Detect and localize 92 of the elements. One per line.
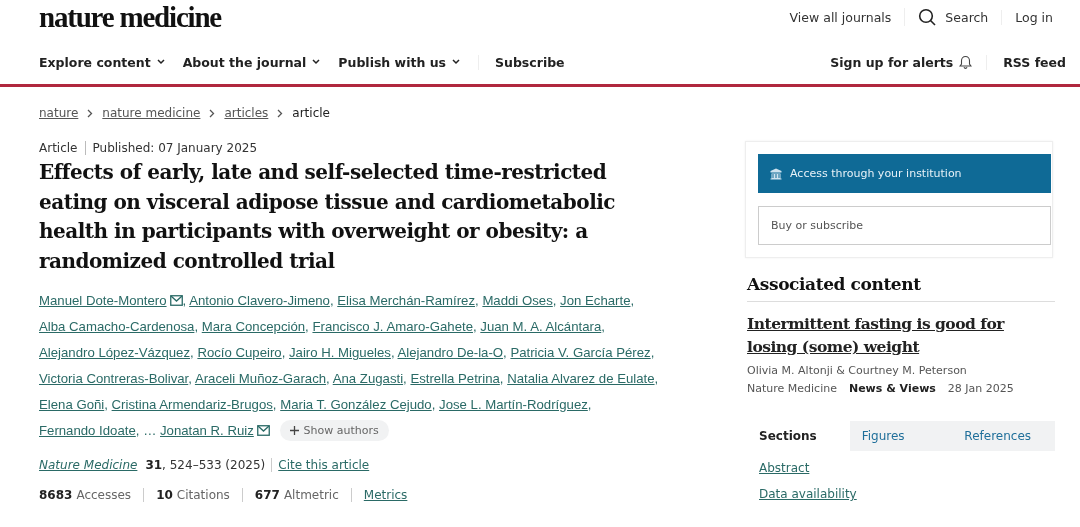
- envelope-icon: [256, 425, 270, 436]
- journal-link[interactable]: Nature Medicine: [39, 458, 138, 472]
- metrics-link[interactable]: Metrics: [350, 488, 420, 502]
- comma: ,: [281, 345, 286, 360]
- comma: ,: [182, 293, 187, 308]
- metric-value: 10: [156, 488, 173, 502]
- search-link[interactable]: Search: [904, 8, 1002, 26]
- building-icon: [770, 167, 782, 180]
- metric-value: 8683: [39, 488, 73, 502]
- comma: ,: [326, 371, 330, 386]
- breadcrumb-link[interactable]: nature medicine: [102, 106, 201, 120]
- comma: ,: [499, 371, 504, 386]
- comma: ,: [403, 371, 407, 386]
- comma: ,: [630, 293, 635, 308]
- comma: ,: [194, 319, 199, 334]
- comma: ,: [272, 397, 277, 412]
- author-link[interactable]: Victoria Contreras-Bolivar: [39, 371, 189, 386]
- rss-link[interactable]: RSS feed: [986, 54, 1066, 70]
- section-heading: Associated content: [747, 274, 1055, 302]
- breadcrumb-current: article: [292, 106, 330, 120]
- author-link[interactable]: Francisco J. Amaro-Gahete: [312, 319, 473, 334]
- comma: ,: [503, 345, 507, 360]
- institution-access-button[interactable]: Access through your institution: [758, 154, 1051, 193]
- article-date: 28 Jan 2025: [947, 382, 1014, 395]
- author-link[interactable]: Patricia V. García Pérez: [510, 345, 651, 360]
- comma: ,: [305, 319, 309, 334]
- author-link[interactable]: Natalia Alvarez de Eulate: [507, 371, 655, 386]
- comma: ,: [431, 397, 436, 412]
- chevron-down-icon: [312, 59, 321, 65]
- plus-icon: [289, 426, 299, 435]
- comma: ,: [188, 371, 192, 386]
- comma: ,: [475, 293, 479, 308]
- comma: ,: [104, 397, 108, 412]
- section-link[interactable]: Data availability: [759, 487, 1055, 501]
- breadcrumb-link[interactable]: nature: [39, 106, 79, 120]
- article-type: News & Views: [848, 382, 936, 395]
- journal-logo[interactable]: nature medicine: [39, 1, 222, 34]
- section-tab[interactable]: Sections: [747, 421, 850, 451]
- associated-article-link[interactable]: Intermittent fasting is good for losing (some) weight: [747, 312, 1047, 358]
- article-title: Effects of early, late and self-selected time-restricted eating on visceral adipose tissue and cardiometabolic health in participants with overweight or obesity: a randomized controlled trial: [39, 159, 616, 275]
- chevron-down-icon: [156, 59, 165, 65]
- envelope-icon: [169, 295, 183, 306]
- comma: ,: [650, 345, 655, 360]
- comma: ,: [654, 371, 659, 386]
- author-link[interactable]: Estrella Petrina: [410, 371, 500, 386]
- search-icon: [918, 8, 937, 26]
- ellipsis: …: [143, 423, 157, 438]
- chevron-right-icon: [87, 108, 94, 118]
- comma: ,: [390, 345, 395, 360]
- author-link[interactable]: Manuel Dote-Montero: [39, 293, 183, 308]
- journal-name: Nature Medicine: [747, 382, 837, 395]
- comma: ,: [587, 397, 592, 412]
- comma: ,: [135, 423, 140, 438]
- comma: ,: [190, 345, 194, 360]
- chevron-right-icon: [209, 108, 216, 118]
- chevron-right-icon: [277, 108, 284, 118]
- author-link[interactable]: Jonatan R. Ruiz: [160, 423, 270, 438]
- chevron-down-icon: [452, 59, 460, 65]
- show-authors-button[interactable]: Show authors: [279, 420, 389, 441]
- author-link[interactable]: Jairo H. Migueles: [289, 345, 391, 360]
- nav-menu-item[interactable]: Subscribe: [478, 54, 565, 70]
- pages: , 524–533 (2025): [162, 458, 273, 472]
- bell-icon: [959, 55, 973, 69]
- author-link[interactable]: Alejandro De-la-O: [397, 345, 504, 360]
- comma: ,: [329, 293, 334, 308]
- metric-label: Citations: [176, 488, 230, 502]
- author-link[interactable]: Jose L. Martín-Rodríguez: [439, 397, 588, 412]
- nav-menu-item[interactable]: Publish with us: [338, 54, 460, 70]
- comma: ,: [552, 293, 557, 308]
- nav-menu-item[interactable]: Explore content: [39, 54, 165, 70]
- article-type: Article: [39, 141, 78, 155]
- article-authors: Olivia M. Altonji & Courtney M. Peterson: [747, 364, 968, 377]
- cite-link[interactable]: Cite this article: [278, 458, 370, 472]
- header-link[interactable]: View all journals: [776, 9, 905, 25]
- author-link[interactable]: Fernando Idoate: [39, 423, 136, 438]
- author-link[interactable]: Maria T. González Cejudo: [280, 397, 432, 412]
- metric-label: Altmetric: [283, 488, 339, 502]
- comma: ,: [601, 319, 605, 334]
- alerts-link[interactable]: Sign up for alerts: [830, 54, 973, 70]
- buy-subscribe-button[interactable]: Buy or subscribe: [758, 206, 1051, 245]
- author-link[interactable]: Antonio Clavero-Jimeno: [189, 293, 330, 308]
- author-link[interactable]: Rocío Cupeiro: [197, 345, 282, 360]
- breadcrumb-link[interactable]: articles: [224, 106, 269, 120]
- author-link[interactable]: Maddi Oses: [482, 293, 553, 308]
- metric-value: 677: [254, 488, 280, 502]
- comma: ,: [472, 319, 477, 334]
- metric-label: Accesses: [76, 488, 132, 502]
- section-link[interactable]: Abstract: [759, 461, 1055, 475]
- publish-date: Published: 07 January 2025: [84, 141, 258, 155]
- author-link[interactable]: Cristina Armendariz-Brugos: [111, 397, 273, 412]
- nav-menu-item[interactable]: About the journal: [182, 54, 321, 70]
- header-link[interactable]: Log in: [1001, 9, 1066, 25]
